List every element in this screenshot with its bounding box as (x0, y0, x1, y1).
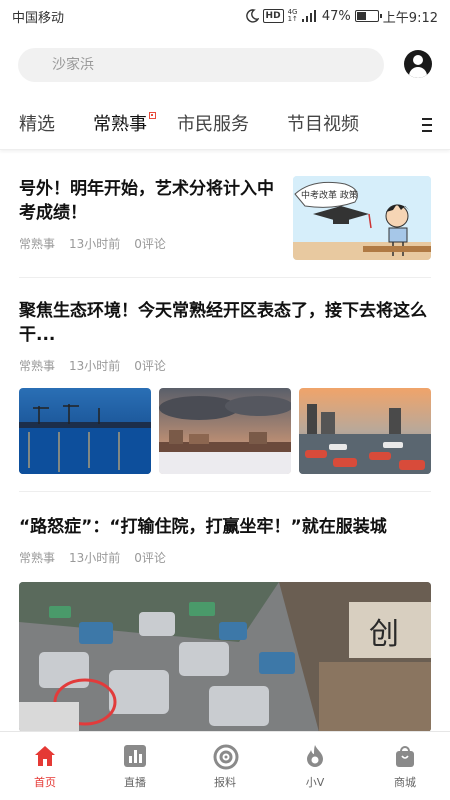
news-title: “路怒症”：“打输住院，打赢坐牢！”就在服装城 (19, 517, 387, 537)
report-target-icon (213, 744, 239, 770)
nav-label: 报料 (214, 776, 236, 789)
nav-xiaov[interactable]: 小V (270, 732, 360, 800)
carrier-name: 中国移动 (12, 10, 65, 26)
signal-icon (301, 10, 318, 22)
bottom-navigation: 首页 直播 报料 小V 商城 (0, 731, 450, 800)
nav-report[interactable]: 报料 (180, 732, 270, 800)
news-source: 常熟事 (19, 551, 56, 565)
nav-live[interactable]: 直播 (90, 732, 180, 800)
tab-jingxuan[interactable]: 精选 (19, 100, 55, 150)
tab-changshushi[interactable]: 常熟事 (93, 100, 156, 150)
live-chart-icon (123, 744, 147, 768)
news-meta: 常熟事 13小时前 0评论 (19, 357, 166, 374)
network-type-icon: 4G 1↑ (287, 8, 298, 23)
news-photo-boats[interactable] (299, 388, 431, 474)
shopping-bag-icon (393, 744, 417, 768)
more-tabs-icon[interactable] (422, 118, 432, 132)
nav-label: 直播 (124, 776, 146, 789)
news-title: 号外！明年开始，艺术分将计入中考成绩！ (19, 179, 274, 223)
news-meta: 常熟事 13小时前 0评论 (19, 235, 166, 252)
battery-icon (354, 10, 382, 22)
news-time: 13小时前 (69, 551, 121, 565)
svg-text:中考改革 政策: 中考改革 政策 (301, 189, 358, 201)
news-photo-traffic-jam[interactable]: 创 (19, 582, 431, 731)
divider (19, 491, 431, 492)
home-icon (33, 744, 57, 768)
news-meta: 常熟事 13小时前 0评论 (19, 549, 166, 566)
category-tabs: 精选 常熟事 市民服务 节目视频 (0, 100, 450, 150)
nav-label: 小V (305, 776, 325, 789)
news-time: 13小时前 (69, 359, 121, 373)
news-comments: 0评论 (134, 359, 166, 373)
tab-jiemu-shipin[interactable]: 节目视频 (287, 100, 359, 150)
news-item[interactable]: “路怒症”：“打输住院，打赢坐牢！”就在服装城 常熟事 13小时前 0评论 (19, 515, 431, 575)
nav-label: 商城 (394, 776, 416, 789)
status-bar: 中国移动 HD 4G 1↑ 47% 上午9:12 (0, 0, 450, 32)
divider (19, 277, 431, 278)
search-row: 沙家浜 (0, 44, 450, 86)
news-source: 常熟事 (19, 359, 56, 373)
news-thumbnail[interactable]: 中考改革 政策 (293, 176, 431, 260)
nav-mall[interactable]: 商城 (360, 732, 450, 800)
svg-text:创: 创 (369, 617, 399, 652)
tab-label: 常熟事 (93, 113, 147, 135)
news-source: 常熟事 (19, 237, 56, 251)
news-time: 13小时前 (69, 237, 121, 251)
clock: 上午9:12 (382, 10, 438, 26)
nav-home[interactable]: 首页 (0, 732, 90, 800)
battery-percent: 47% (321, 8, 351, 24)
hd-badge: HD (262, 9, 284, 23)
search-input[interactable]: 沙家浜 (18, 48, 384, 82)
news-comments: 0评论 (134, 551, 166, 565)
news-title: 聚焦生态环境！今天常熟经开区表态了，接下去将这么干... (19, 301, 427, 345)
tab-shimin-fuwu[interactable]: 市民服务 (177, 100, 249, 150)
news-feed[interactable]: 号外！明年开始，艺术分将计入中考成绩！ 常熟事 13小时前 0评论 中考改革 政… (0, 151, 450, 731)
news-comments: 0评论 (134, 237, 166, 251)
new-badge-icon (149, 111, 156, 119)
nav-label: 首页 (34, 776, 56, 789)
user-avatar-icon[interactable] (404, 50, 432, 78)
moon-icon (245, 9, 259, 23)
news-photo-snow-town[interactable] (159, 388, 291, 474)
flame-icon (303, 744, 327, 768)
news-photo-harbor[interactable] (19, 388, 151, 474)
